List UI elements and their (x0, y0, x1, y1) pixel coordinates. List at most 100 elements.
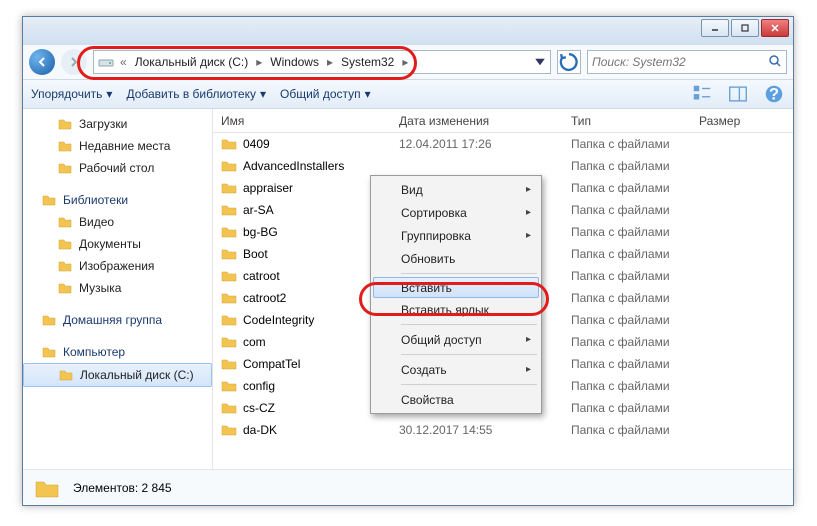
music-icon (57, 280, 73, 296)
cm-properties[interactable]: Свойства (373, 388, 539, 411)
window-controls (701, 19, 789, 37)
sidebar-item-label: Рабочий стол (79, 161, 154, 175)
chevron-right-icon: ▸ (325, 55, 335, 69)
sidebar-item[interactable]: Рабочий стол (23, 157, 212, 179)
sidebar-item[interactable]: Документы (23, 233, 212, 255)
folder-icon (221, 380, 237, 392)
item-count: Элементов: 2 845 (73, 481, 172, 495)
table-row[interactable]: 0409 12.04.2011 17:26Папка с файлами (213, 133, 793, 155)
nav-back-button[interactable] (29, 49, 55, 75)
sidebar-item[interactable]: Музыка (23, 277, 212, 299)
file-name: CompatTel (243, 357, 300, 371)
sidebar-item-label: Недавние места (79, 139, 170, 153)
cm-new[interactable]: Создать (373, 358, 539, 381)
col-name[interactable]: Имя (213, 114, 391, 128)
chevron-icon: « (118, 55, 129, 69)
preview-pane-button[interactable] (727, 83, 749, 105)
sidebar-item[interactable]: Компьютер (23, 341, 212, 363)
cm-share[interactable]: Общий доступ (373, 328, 539, 351)
cm-paste[interactable]: Вставить (373, 277, 539, 298)
folder-icon (221, 204, 237, 216)
folder-icon (221, 182, 237, 194)
minimize-button[interactable] (701, 19, 729, 37)
chevron-right-icon: ▸ (400, 55, 410, 69)
col-date[interactable]: Дата изменения (391, 114, 563, 128)
sidebar-item[interactable]: Недавние места (23, 135, 212, 157)
help-button[interactable]: ? (763, 83, 785, 105)
close-button[interactable] (761, 19, 789, 37)
sidebar-item[interactable]: Локальный диск (C:) (23, 363, 212, 387)
view-mode-button[interactable] (691, 83, 713, 105)
sidebar-item-label: Компьютер (63, 345, 125, 359)
include-library-menu[interactable]: Добавить в библиотеку ▾ (126, 87, 266, 101)
folder-icon (33, 474, 61, 502)
folder-icon (221, 270, 237, 282)
col-size[interactable]: Размер (691, 114, 793, 128)
file-date: 12.04.2011 17:26 (391, 137, 563, 151)
toolbar: Упорядочить ▾ Добавить в библиотеку ▾ Об… (23, 79, 793, 109)
nav-forward-button[interactable] (61, 49, 87, 75)
file-name: AdvancedInstallers (243, 159, 344, 173)
breadcrumb-segment[interactable]: Локальный диск (C:) (133, 55, 251, 69)
drive-icon (98, 54, 114, 70)
sidebar-item[interactable]: Домашняя группа (23, 309, 212, 331)
separator (401, 384, 537, 385)
sidebar-item[interactable]: Загрузки (23, 113, 212, 135)
file-type: Папка с файлами (563, 137, 691, 151)
titlebar (23, 17, 793, 45)
file-type: Папка с файлами (563, 401, 691, 415)
computer-icon (41, 344, 57, 360)
folder-icon (221, 336, 237, 348)
maximize-button[interactable] (731, 19, 759, 37)
sidebar-item-label: Изображения (79, 259, 154, 273)
search-input[interactable] (592, 55, 764, 69)
file-name: 0409 (243, 137, 270, 151)
chevron-down-icon: ▾ (365, 87, 371, 101)
search-icon (768, 54, 782, 71)
nav-row: « Локальный диск (C:) ▸ Windows ▸ System… (23, 45, 793, 79)
cm-sort[interactable]: Сортировка (373, 201, 539, 224)
sidebar-item[interactable]: Видео (23, 211, 212, 233)
sidebar-item[interactable]: Библиотеки (23, 189, 212, 211)
cm-view[interactable]: Вид (373, 178, 539, 201)
address-bar[interactable]: « Локальный диск (C:) ▸ Windows ▸ System… (93, 50, 551, 74)
sidebar-item-label: Музыка (79, 281, 121, 295)
cm-group[interactable]: Группировка (373, 224, 539, 247)
cm-paste-shortcut[interactable]: Вставить ярлык (373, 298, 539, 321)
file-type: Папка с файлами (563, 225, 691, 239)
file-name: da-DK (243, 423, 277, 437)
breadcrumb-segment[interactable]: System32 (339, 55, 396, 69)
folder-icon (221, 138, 237, 150)
refresh-button[interactable] (557, 50, 581, 74)
file-name: Boot (243, 247, 268, 261)
downloads-icon (57, 116, 73, 132)
share-menu[interactable]: Общий доступ ▾ (280, 87, 371, 101)
file-type: Папка с файлами (563, 247, 691, 261)
file-type: Папка с файлами (563, 313, 691, 327)
table-row[interactable]: da-DK30.12.2017 14:55Папка с файлами (213, 419, 793, 441)
context-menu: Вид Сортировка Группировка Обновить Вста… (370, 175, 542, 414)
separator (401, 273, 537, 274)
file-date: 30.12.2017 14:55 (391, 423, 563, 437)
chevron-right-icon: ▸ (254, 55, 264, 69)
address-dropdown[interactable] (532, 54, 548, 70)
file-name: cs-CZ (243, 401, 275, 415)
file-type: Папка с файлами (563, 159, 691, 173)
organize-menu[interactable]: Упорядочить ▾ (31, 87, 112, 101)
file-name: config (243, 379, 275, 393)
sidebar-item-label: Библиотеки (63, 193, 128, 207)
search-box[interactable] (587, 50, 787, 74)
documents-icon (57, 236, 73, 252)
file-name: com (243, 335, 266, 349)
cm-refresh[interactable]: Обновить (373, 247, 539, 270)
file-name: catroot (243, 269, 280, 283)
sidebar-item[interactable]: Изображения (23, 255, 212, 277)
folder-icon (221, 424, 237, 436)
folder-icon (221, 358, 237, 370)
table-row[interactable]: AdvancedInstallers Папка с файлами (213, 155, 793, 177)
file-name: appraiser (243, 181, 293, 195)
col-type[interactable]: Тип (563, 114, 691, 128)
sidebar-item-label: Домашняя группа (63, 313, 162, 327)
breadcrumb-segment[interactable]: Windows (268, 55, 321, 69)
sidebar-item-label: Видео (79, 215, 114, 229)
